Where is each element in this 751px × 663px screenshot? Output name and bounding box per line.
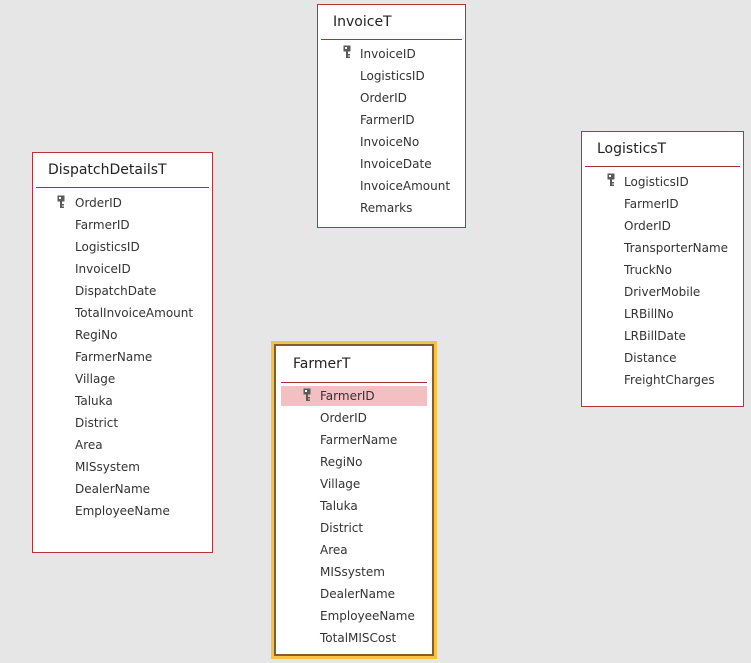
title-divider	[281, 382, 427, 383]
table-dispatchdetailst[interactable]: DispatchDetailsT OrderID FarmerID Logist…	[32, 152, 213, 553]
field-row[interactable]: LogisticsID	[360, 66, 425, 86]
field-row[interactable]: Area	[320, 540, 348, 560]
table-title[interactable]: DispatchDetailsT	[48, 162, 167, 178]
field-row[interactable]: District	[320, 518, 363, 538]
table-title[interactable]: InvoiceT	[333, 14, 392, 30]
field-row[interactable]: EmployeeName	[320, 606, 415, 626]
primary-key-icon	[343, 45, 351, 58]
field-row[interactable]: RegiNo	[75, 325, 117, 345]
field-row[interactable]: District	[75, 413, 118, 433]
field-row[interactable]: TotalInvoiceAmount	[75, 303, 193, 323]
field-row[interactable]: Village	[75, 369, 115, 389]
field-row[interactable]: TotalMISCost	[320, 628, 396, 648]
title-divider	[585, 166, 740, 167]
table-invoicet[interactable]: InvoiceT InvoiceID LogisticsID OrderID F…	[317, 4, 466, 228]
field-row[interactable]: DealerName	[75, 479, 150, 499]
field-row[interactable]: TransporterName	[624, 238, 728, 258]
title-divider	[321, 39, 462, 40]
field-row[interactable]: RegiNo	[320, 452, 362, 472]
field-row[interactable]: EmployeeName	[75, 501, 170, 521]
table-title[interactable]: LogisticsT	[597, 141, 666, 157]
field-row[interactable]: OrderID	[75, 193, 122, 213]
field-row[interactable]: Village	[320, 474, 360, 494]
field-row[interactable]: InvoiceNo	[360, 132, 419, 152]
field-row[interactable]: LogisticsID	[624, 172, 689, 192]
field-row[interactable]: DispatchDate	[75, 281, 156, 301]
field-row[interactable]: OrderID	[360, 88, 407, 108]
table-farmert[interactable]: FarmerT FarmerID OrderID FarmerName Regi…	[274, 344, 434, 656]
field-row[interactable]: FarmerID	[75, 215, 130, 235]
primary-key-icon	[57, 195, 65, 208]
field-row[interactable]: Taluka	[320, 496, 358, 516]
field-row[interactable]: LRBillDate	[624, 326, 686, 346]
primary-key-icon	[607, 173, 615, 186]
field-row[interactable]: LogisticsID	[75, 237, 140, 257]
field-row[interactable]: FarmerID	[360, 110, 415, 130]
field-row[interactable]: FarmerName	[320, 430, 397, 450]
relationships-canvas[interactable]: InvoiceT InvoiceID LogisticsID OrderID F…	[0, 0, 751, 663]
table-logisticst[interactable]: LogisticsT LogisticsID FarmerID OrderID …	[581, 131, 744, 407]
field-row[interactable]: Area	[75, 435, 103, 455]
field-row[interactable]: DriverMobile	[624, 282, 700, 302]
field-row[interactable]: InvoiceAmount	[360, 176, 450, 196]
field-row[interactable]: LRBillNo	[624, 304, 674, 324]
title-divider	[36, 187, 209, 188]
field-row[interactable]: FarmerName	[75, 347, 152, 367]
field-row[interactable]: TruckNo	[624, 260, 672, 280]
field-row[interactable]: OrderID	[624, 216, 671, 236]
field-row[interactable]: InvoiceID	[75, 259, 131, 279]
field-row[interactable]: FreightCharges	[624, 370, 715, 390]
table-title[interactable]: FarmerT	[293, 356, 350, 372]
field-row[interactable]: Remarks	[360, 198, 412, 218]
field-row[interactable]: InvoiceID	[360, 44, 416, 64]
field-row[interactable]: MISsystem	[320, 562, 385, 582]
field-row[interactable]: FarmerID	[624, 194, 679, 214]
field-row[interactable]: MISsystem	[75, 457, 140, 477]
primary-key-icon	[303, 388, 311, 401]
field-row[interactable]: Distance	[624, 348, 676, 368]
field-row[interactable]: OrderID	[320, 408, 367, 428]
field-row[interactable]: Taluka	[75, 391, 113, 411]
field-row[interactable]: InvoiceDate	[360, 154, 432, 174]
field-row[interactable]: DealerName	[320, 584, 395, 604]
